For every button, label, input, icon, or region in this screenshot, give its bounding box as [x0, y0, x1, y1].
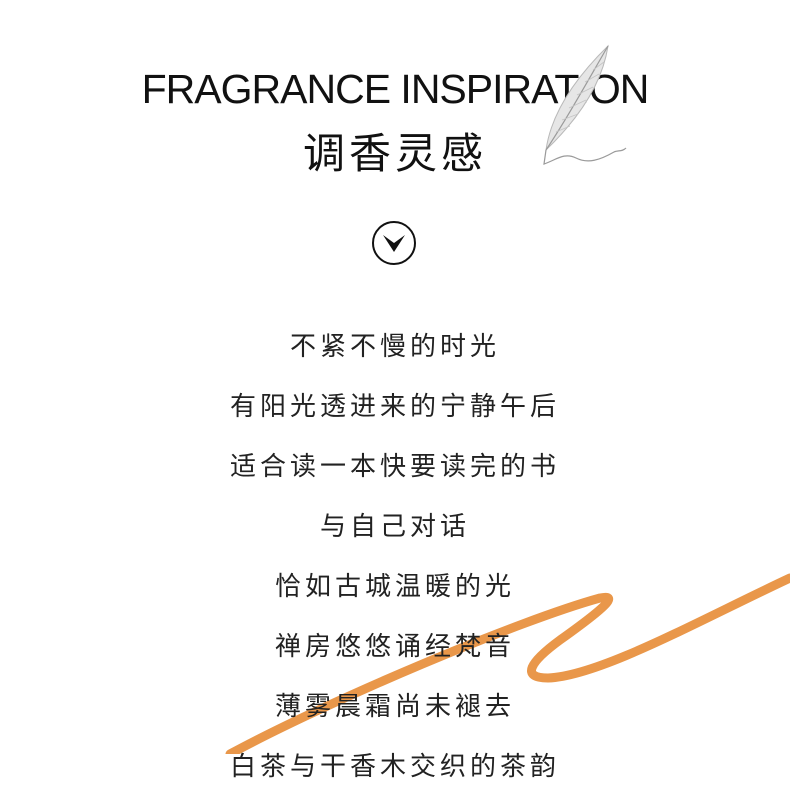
poem-line: 恰如古城温暖的光 [274, 572, 515, 602]
poem-line: 薄雾晨霜尚未褪去 [274, 692, 515, 722]
title-cn: 调香灵感 [302, 129, 487, 178]
poem-line: 不紧不慢的时光 [289, 332, 500, 362]
poem-line: 白茶与干香木交织的茶韵 [229, 752, 560, 782]
scroll-down-button[interactable] [372, 221, 416, 265]
poem-line: 与自己对话 [319, 512, 470, 542]
poem-line: 禅房悠悠诵经梵音 [274, 632, 515, 662]
feather-quill-icon [543, 44, 627, 165]
chevron-down-icon [383, 235, 405, 252]
poem: 不紧不慢的时光 有阳光透进来的宁静午后 适合读一本快要读完的书 与自己对话 恰如… [0, 325, 790, 805]
title-en: FRAGRANCE INSPIRATION [141, 66, 650, 112]
poem-line: 适合读一本快要读完的书 [229, 452, 560, 482]
poem-line: 有阳光透进来的宁静午后 [229, 392, 560, 422]
